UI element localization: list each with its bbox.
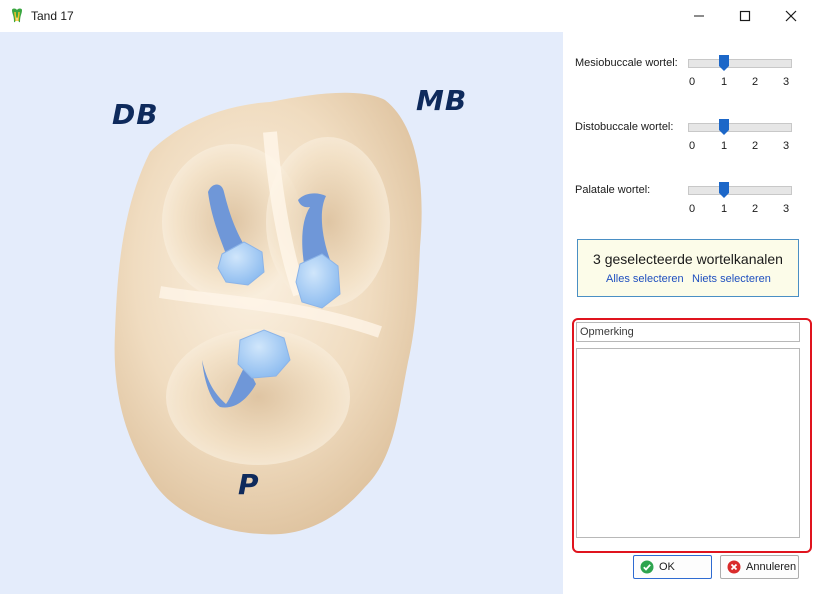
palatal-slider-thumb[interactable] xyxy=(719,182,729,198)
canal-selection-box: 3 geselecteerde wortelkanalen Alles sele… xyxy=(577,239,799,297)
check-circle-icon xyxy=(640,560,654,574)
select-all-link[interactable]: Alles selecteren xyxy=(606,273,684,285)
slider-tick: 2 xyxy=(751,140,759,152)
minimize-button[interactable] xyxy=(676,0,722,32)
close-icon xyxy=(785,10,797,22)
maximize-button[interactable] xyxy=(722,0,768,32)
tooth-app-icon xyxy=(12,8,22,23)
select-none-link[interactable]: Niets selecteren xyxy=(692,273,771,285)
mesiobuccal-slider-label: Mesiobuccale wortel: xyxy=(575,57,678,69)
ok-button-label: OK xyxy=(659,561,675,573)
settings-panel: Mesiobuccale wortel: 0 1 2 3 Distobuccal… xyxy=(563,32,814,594)
window-title: Tand 17 xyxy=(31,9,74,23)
minimize-icon xyxy=(694,15,704,17)
title-bar: Tand 17 xyxy=(0,0,814,32)
cancel-button-label: Annuleren xyxy=(746,561,797,573)
mesiobuccal-slider[interactable] xyxy=(688,59,792,68)
maximize-icon xyxy=(739,10,751,22)
remark-label: Opmerking xyxy=(580,326,634,338)
cancel-button[interactable]: Annuleren xyxy=(720,555,799,579)
mb-root-label: MB xyxy=(416,84,468,117)
p-root-label: P xyxy=(238,468,260,501)
palatal-slider-label: Palatale wortel: xyxy=(575,184,651,196)
slider-tick: 0 xyxy=(688,203,696,215)
slider-tick: 0 xyxy=(688,76,696,88)
tooth-illustration xyxy=(114,92,422,535)
slider-tick: 3 xyxy=(782,203,790,215)
distobuccal-slider-thumb[interactable] xyxy=(719,119,729,135)
slider-tick: 2 xyxy=(751,203,759,215)
remark-textarea[interactable] xyxy=(576,348,800,538)
remark-header: Opmerking xyxy=(576,322,800,342)
palatal-slider[interactable] xyxy=(688,186,792,195)
slider-tick: 1 xyxy=(720,76,728,88)
selected-canals-count: 3 geselecteerde wortelkanalen xyxy=(593,251,783,267)
slider-tick: 3 xyxy=(782,140,790,152)
slider-tick: 1 xyxy=(720,140,728,152)
tooth-3d-view[interactable]: DB MB P xyxy=(0,32,563,594)
slider-tick: 0 xyxy=(688,140,696,152)
slider-tick: 3 xyxy=(782,76,790,88)
cancel-circle-icon xyxy=(727,560,741,574)
slider-tick: 1 xyxy=(720,203,728,215)
close-button[interactable] xyxy=(768,0,814,32)
distobuccal-slider-label: Distobuccale wortel: xyxy=(575,121,674,133)
mesiobuccal-slider-thumb[interactable] xyxy=(719,55,729,71)
db-root-label: DB xyxy=(112,98,159,131)
distobuccal-slider[interactable] xyxy=(688,123,792,132)
slider-tick: 2 xyxy=(751,76,759,88)
ok-button[interactable]: OK xyxy=(633,555,712,579)
